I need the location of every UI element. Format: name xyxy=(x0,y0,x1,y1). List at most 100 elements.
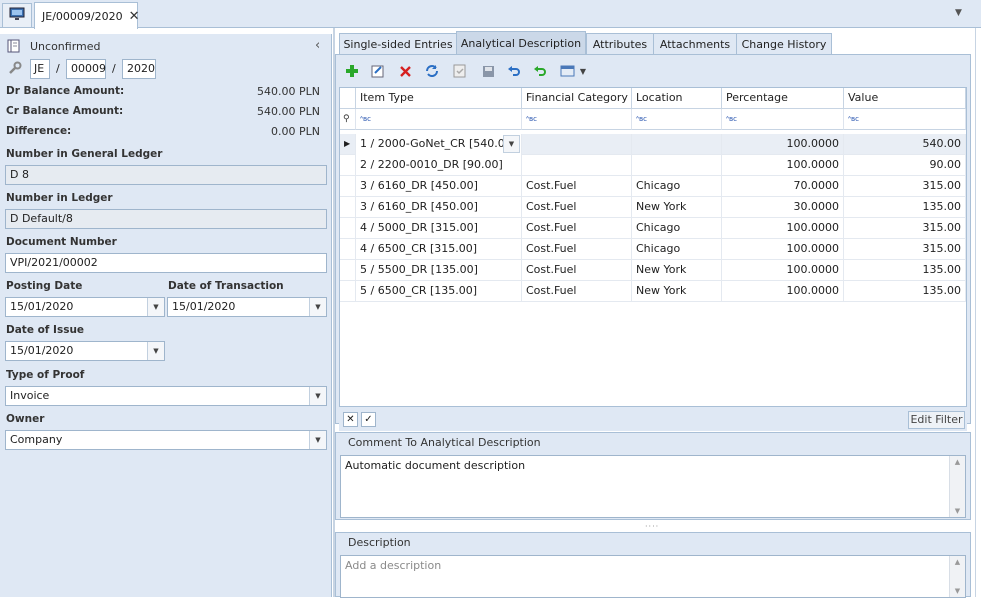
save-icon[interactable] xyxy=(478,61,498,81)
row-indicator[interactable] xyxy=(340,176,356,197)
table-row[interactable]: 3 / 6160_DR [450.00] Cost.Fuel New York 30.… xyxy=(340,197,966,218)
table-row[interactable]: ▶ 1 / 2000-GoNet_CR [540.00] ▼ 100.0000 540.… xyxy=(340,134,966,155)
cell-financial-category[interactable]: Cost.Fuel xyxy=(522,281,632,302)
cell-financial-category[interactable]: Cost.Fuel xyxy=(522,197,632,218)
cell-value[interactable]: 90.00 xyxy=(844,155,966,176)
description-textarea[interactable]: Add a description ▲ ▼ xyxy=(340,555,966,598)
cell-location[interactable] xyxy=(632,134,722,155)
filter-enabled-checkbox[interactable]: ✓ xyxy=(361,412,376,427)
column-header-percentage[interactable]: Percentage xyxy=(722,88,844,109)
cell-item-type[interactable]: 4 / 5000_DR [315.00] xyxy=(356,218,522,239)
tab-analytical-description[interactable]: Analytical Description xyxy=(456,31,586,55)
cell-financial-category[interactable]: Cost.Fuel xyxy=(522,176,632,197)
chevron-down-icon[interactable]: ▼ xyxy=(309,387,326,405)
table-row[interactable]: 3 / 6160_DR [450.00] Cost.Fuel Chicago 70.0… xyxy=(340,176,966,197)
cell-item-type[interactable]: 5 / 5500_DR [135.00] xyxy=(356,260,522,281)
table-row[interactable]: 2 / 2200-0010_DR [90.00] 100.0000 90.00 xyxy=(340,155,966,176)
clear-filter-icon[interactable]: ✕ xyxy=(343,412,358,427)
cell-financial-category[interactable] xyxy=(522,134,632,155)
cell-item-type[interactable]: 3 / 6160_DR [450.00] xyxy=(356,176,522,197)
cell-percentage[interactable]: 100.0000 xyxy=(722,218,844,239)
home-tab[interactable] xyxy=(2,3,32,27)
column-header-item-type[interactable]: Item Type xyxy=(356,88,522,109)
checklist-icon[interactable] xyxy=(450,61,470,81)
cell-value[interactable]: 315.00 xyxy=(844,239,966,260)
posting-date-field[interactable]: 15/01/2020 ▼ xyxy=(5,297,165,317)
comment-textarea[interactable]: Automatic document description ▲ ▼ xyxy=(340,455,966,518)
delete-icon[interactable] xyxy=(395,61,415,81)
cell-item-type[interactable]: 2 / 2200-0010_DR [90.00] xyxy=(356,155,522,176)
issue-date-field[interactable]: 15/01/2020 ▼ xyxy=(5,341,165,361)
chevron-down-icon[interactable]: ▼ xyxy=(147,342,164,360)
description-scrollbar[interactable]: ▲ ▼ xyxy=(949,556,965,597)
wrench-icon[interactable] xyxy=(7,61,22,79)
table-row[interactable]: 4 / 5000_DR [315.00] Cost.Fuel Chicago 100.… xyxy=(340,218,966,239)
cell-percentage[interactable]: 100.0000 xyxy=(722,281,844,302)
transaction-date-field[interactable]: 15/01/2020 ▼ xyxy=(167,297,327,317)
cell-value[interactable]: 135.00 xyxy=(844,260,966,281)
refresh-icon[interactable] xyxy=(422,61,442,81)
row-indicator[interactable] xyxy=(340,281,356,302)
current-row-indicator-icon[interactable]: ▶ xyxy=(340,134,356,155)
filter-percentage[interactable]: ᴬʙᴄ xyxy=(722,109,844,130)
cell-location[interactable]: Chicago xyxy=(632,176,722,197)
add-icon[interactable] xyxy=(342,61,362,81)
undo-icon[interactable] xyxy=(504,61,524,81)
cell-percentage[interactable]: 100.0000 xyxy=(722,260,844,281)
export-icon[interactable]: ▼ xyxy=(558,61,588,81)
cell-value[interactable]: 315.00 xyxy=(844,218,966,239)
row-indicator[interactable] xyxy=(340,239,356,260)
chevron-down-icon[interactable]: ▼ xyxy=(147,298,164,316)
cell-financial-category[interactable]: Cost.Fuel xyxy=(522,260,632,281)
series-field[interactable]: JE xyxy=(30,59,50,79)
tab-attributes[interactable]: Attributes xyxy=(586,33,654,55)
edit-icon[interactable] xyxy=(368,61,388,81)
cell-item-type[interactable]: 1 / 2000-GoNet_CR [540.00] ▼ xyxy=(356,134,522,155)
column-header-location[interactable]: Location xyxy=(632,88,722,109)
document-tab[interactable]: JE/00009/2020 ✕ xyxy=(34,2,140,29)
cell-location[interactable]: Chicago xyxy=(632,218,722,239)
cell-percentage[interactable]: 100.0000 xyxy=(722,239,844,260)
filter-item-type[interactable]: ᴬʙᴄ xyxy=(356,109,522,130)
filter-location[interactable]: ᴬʙᴄ xyxy=(632,109,722,130)
collapse-panel-icon[interactable]: ‹ xyxy=(315,38,320,53)
cell-item-type[interactable]: 4 / 6500_CR [315.00] xyxy=(356,239,522,260)
cell-percentage[interactable]: 70.0000 xyxy=(722,176,844,197)
number-field[interactable]: 00009 xyxy=(66,59,106,79)
tab-single-sided-entries[interactable]: Single-sided Entries xyxy=(339,33,457,55)
cell-location[interactable]: Chicago xyxy=(632,239,722,260)
row-indicator[interactable] xyxy=(340,260,356,281)
tab-attachments[interactable]: Attachments xyxy=(653,33,737,55)
cell-location[interactable] xyxy=(632,155,722,176)
cell-location[interactable]: New York xyxy=(632,281,722,302)
cell-percentage[interactable]: 100.0000 xyxy=(722,155,844,176)
row-indicator[interactable] xyxy=(340,197,356,218)
document-number-field[interactable]: VPI/2021/00002 xyxy=(5,253,327,273)
chevron-down-icon[interactable]: ▼ xyxy=(309,431,326,449)
chevron-down-icon[interactable]: ▼ xyxy=(503,135,520,153)
cell-value[interactable]: 135.00 xyxy=(844,197,966,218)
close-icon[interactable]: ✕ xyxy=(129,9,140,24)
filter-value[interactable]: ᴬʙᴄ xyxy=(844,109,966,130)
revert-icon[interactable] xyxy=(530,61,550,81)
comment-scrollbar[interactable]: ▲ ▼ xyxy=(949,456,965,517)
cell-financial-category[interactable]: Cost.Fuel xyxy=(522,239,632,260)
column-header-financial-category[interactable]: Financial Category xyxy=(522,88,632,109)
owner-select[interactable]: Company ▼ xyxy=(5,430,327,450)
tab-change-history[interactable]: Change History xyxy=(736,33,832,55)
cell-percentage[interactable]: 100.0000 xyxy=(722,134,844,155)
cell-value[interactable]: 315.00 xyxy=(844,176,966,197)
cell-financial-category[interactable] xyxy=(522,155,632,176)
table-row[interactable]: 5 / 6500_CR [135.00] Cost.Fuel New York 100… xyxy=(340,281,966,302)
cell-item-type[interactable]: 3 / 6160_DR [450.00] xyxy=(356,197,522,218)
cell-value[interactable]: 540.00 xyxy=(844,134,966,155)
row-indicator[interactable] xyxy=(340,155,356,176)
cell-financial-category[interactable]: Cost.Fuel xyxy=(522,218,632,239)
tab-list-dropdown-icon[interactable]: ▼ xyxy=(955,8,962,18)
row-indicator[interactable] xyxy=(340,218,356,239)
cell-item-type[interactable]: 5 / 6500_CR [135.00] xyxy=(356,281,522,302)
cell-value[interactable]: 135.00 xyxy=(844,281,966,302)
edit-filter-button[interactable]: Edit Filter xyxy=(908,411,965,429)
filter-financial-category[interactable]: ᴬʙᴄ xyxy=(522,109,632,130)
cell-percentage[interactable]: 30.0000 xyxy=(722,197,844,218)
